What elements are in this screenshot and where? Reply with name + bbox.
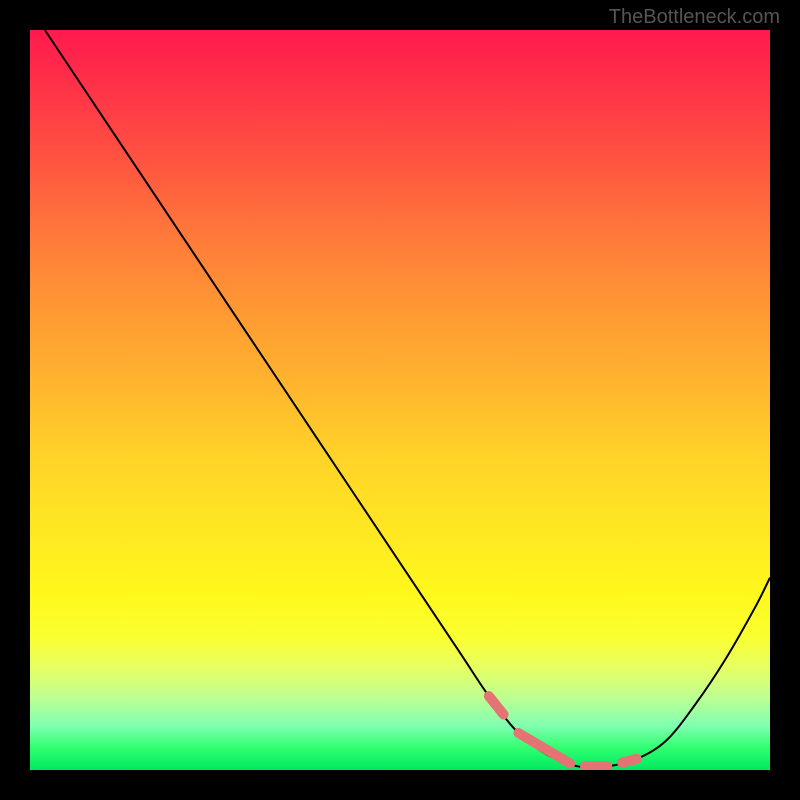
marker-segment: [622, 759, 637, 763]
watermark-text: TheBottleneck.com: [609, 6, 780, 29]
chart-plot-area: [30, 30, 770, 770]
marker-segment: [518, 733, 570, 764]
chart-svg: [30, 30, 770, 770]
bottleneck-curve-line: [45, 30, 770, 767]
marker-segment: [489, 696, 504, 715]
marker-group: [489, 696, 637, 766]
